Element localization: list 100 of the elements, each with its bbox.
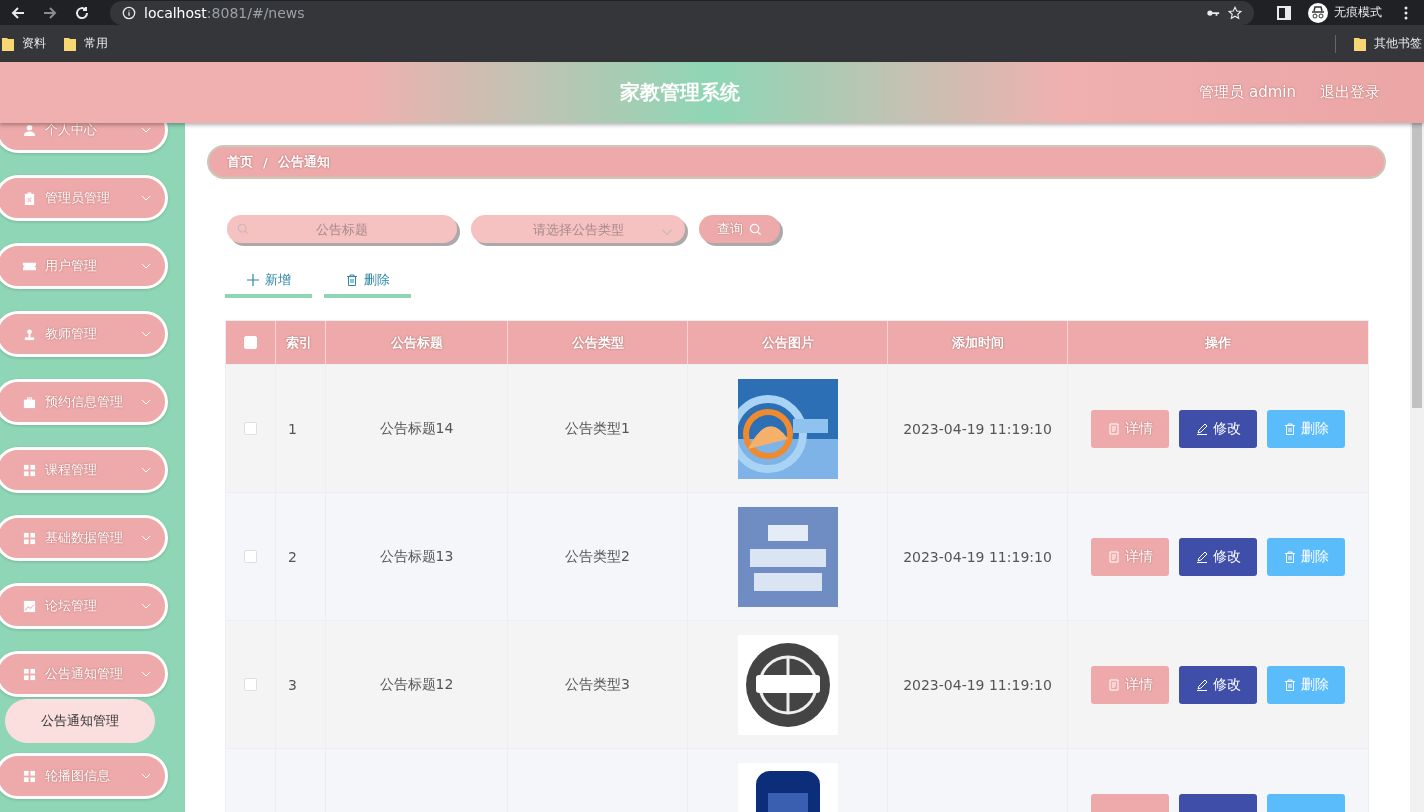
sidebar-item[interactable]: 公告通知管理 bbox=[0, 651, 168, 697]
bookmark[interactable]: 常用 bbox=[64, 35, 108, 52]
clipboard-icon bbox=[23, 191, 36, 205]
document-icon bbox=[1107, 422, 1120, 435]
table-cell: 公告标题14 bbox=[379, 419, 454, 438]
forward-icon[interactable] bbox=[42, 4, 58, 21]
chevron-icon bbox=[141, 399, 151, 405]
column-header: 添加时间 bbox=[951, 333, 1004, 352]
incognito-badge[interactable]: 无痕模式 bbox=[1304, 2, 1386, 23]
title-search-field[interactable]: 公告标题 bbox=[227, 215, 457, 243]
breadcrumb-separator: / bbox=[263, 154, 268, 170]
breadcrumb-item[interactable]: 首页 bbox=[227, 153, 253, 171]
chevron-icon bbox=[141, 603, 151, 609]
edit-button[interactable]: 修改 bbox=[1179, 537, 1257, 576]
chevron-icon bbox=[141, 127, 151, 133]
pencil-icon bbox=[1195, 422, 1208, 435]
detail-button[interactable]: 详情 bbox=[1091, 409, 1169, 448]
back-icon[interactable] bbox=[10, 4, 26, 21]
type-select[interactable]: 请选择公告类型 bbox=[471, 215, 685, 243]
column-header: 操作 bbox=[1205, 333, 1231, 352]
chevron-icon bbox=[141, 195, 151, 201]
reload-icon[interactable] bbox=[74, 4, 90, 21]
chevron-icon bbox=[141, 671, 151, 677]
other-bookmarks[interactable]: 其他书签 bbox=[1354, 35, 1422, 52]
delete-button[interactable]: 删除 bbox=[1267, 409, 1345, 448]
grid-icon bbox=[23, 769, 36, 783]
scrollbar-thumb[interactable] bbox=[1412, 123, 1422, 408]
document-icon bbox=[1107, 678, 1120, 691]
table-cell: 公告标题12 bbox=[379, 675, 454, 694]
sidebar-item[interactable]: 教师管理 bbox=[0, 311, 168, 357]
column-header: 公告标题 bbox=[390, 333, 443, 352]
row-checkbox[interactable] bbox=[244, 550, 257, 563]
app-title: 家教管理系统 bbox=[620, 79, 741, 106]
table-cell: 公告标题13 bbox=[379, 547, 454, 566]
info-icon bbox=[122, 5, 136, 20]
sidebar-item[interactable]: 基础数据管理 bbox=[0, 515, 168, 561]
table-cell: 2023-04-19 11:19:10 bbox=[903, 676, 1052, 693]
sidebar-item[interactable]: 个人中心 bbox=[0, 123, 168, 153]
column-header: 索引 bbox=[286, 333, 312, 352]
chevron-icon bbox=[141, 263, 151, 269]
detail-button[interactable]: 详情 bbox=[1091, 537, 1169, 576]
url-text: localhost:8081/#/news bbox=[144, 4, 305, 21]
folder-icon bbox=[1354, 36, 1366, 51]
side-panel-icon[interactable] bbox=[1276, 4, 1292, 21]
table-cell: 公告类型3 bbox=[565, 675, 630, 694]
row-checkbox[interactable] bbox=[244, 678, 257, 691]
select-all-checkbox[interactable] bbox=[244, 336, 257, 349]
delete-button[interactable]: 删除 bbox=[1267, 665, 1345, 704]
trash-icon bbox=[345, 273, 358, 286]
table-cell: 2 bbox=[288, 548, 297, 565]
bookmark[interactable]: 资料 bbox=[2, 35, 46, 52]
plus-icon bbox=[246, 273, 259, 286]
chevron-icon bbox=[141, 331, 151, 337]
user-label: 管理员 admin bbox=[1199, 83, 1296, 102]
stamp-icon bbox=[23, 327, 36, 341]
grid-icon bbox=[23, 531, 36, 545]
sidebar-item[interactable]: 轮播图信息 bbox=[0, 753, 168, 799]
query-button[interactable]: 查询 bbox=[699, 215, 780, 243]
star-icon[interactable] bbox=[1228, 5, 1242, 20]
sidebar-subitem[interactable]: 公告通知管理 bbox=[5, 699, 155, 743]
column-header: 公告图片 bbox=[761, 333, 814, 352]
table-cell: 2023-04-19 11:19:10 bbox=[903, 548, 1052, 565]
document-icon bbox=[1107, 550, 1120, 563]
pencil-icon bbox=[1195, 550, 1208, 563]
edit-button[interactable]: 修改 bbox=[1179, 409, 1257, 448]
chart-icon bbox=[23, 599, 36, 613]
edit-button[interactable]: 修改 bbox=[1179, 665, 1257, 704]
sidebar-item[interactable]: 课程管理 bbox=[0, 447, 168, 493]
folder-icon bbox=[64, 36, 76, 51]
trash-icon bbox=[1283, 678, 1296, 691]
table-cell: 1 bbox=[288, 420, 297, 437]
incognito-icon bbox=[1308, 2, 1328, 23]
trash-icon bbox=[1283, 550, 1296, 563]
pencil-icon bbox=[1195, 678, 1208, 691]
sidebar-item[interactable]: 用户管理 bbox=[0, 243, 168, 289]
folder-icon bbox=[2, 36, 14, 51]
briefcase-icon bbox=[23, 395, 36, 409]
delete-button[interactable]: 删除 bbox=[1267, 537, 1345, 576]
chevron-icon bbox=[661, 226, 673, 238]
breadcrumb-item[interactable]: 公告通知 bbox=[277, 153, 330, 171]
chevron-icon bbox=[141, 467, 151, 473]
column-header: 公告类型 bbox=[571, 333, 624, 352]
chevron-icon bbox=[141, 535, 151, 541]
search-icon bbox=[749, 222, 762, 236]
logout-link[interactable]: 退出登录 bbox=[1320, 83, 1380, 102]
table-cell: 公告类型1 bbox=[565, 419, 630, 438]
row-checkbox[interactable] bbox=[244, 422, 257, 435]
table-cell: 3 bbox=[288, 676, 297, 693]
sidebar-item[interactable]: 预约信息管理 bbox=[0, 379, 168, 425]
table-cell: 2023-04-19 11:19:10 bbox=[903, 420, 1052, 437]
person-icon bbox=[23, 123, 36, 137]
grid-icon bbox=[23, 667, 36, 681]
grid-icon bbox=[23, 463, 36, 477]
table-cell: 公告类型2 bbox=[565, 547, 630, 566]
sidebar-item[interactable]: 论坛管理 bbox=[0, 583, 168, 629]
sidebar-item[interactable]: 管理员管理 bbox=[0, 175, 168, 221]
address-bar[interactable]: localhost:8081/#/news bbox=[110, 0, 1254, 25]
detail-button[interactable]: 详情 bbox=[1091, 665, 1169, 704]
chevron-icon bbox=[141, 773, 151, 779]
trash-icon bbox=[1283, 422, 1296, 435]
